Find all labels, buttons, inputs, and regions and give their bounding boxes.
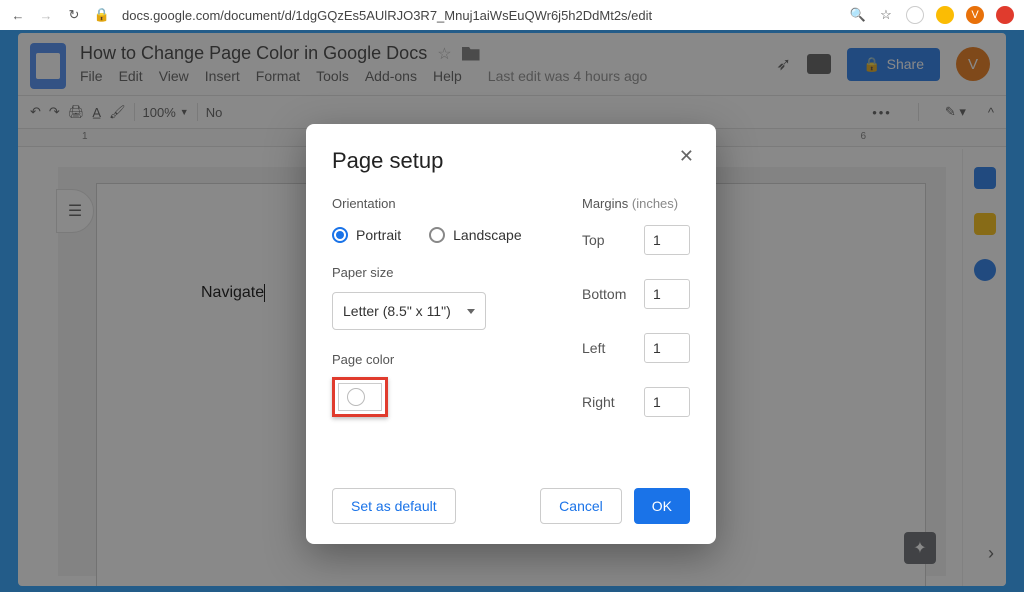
paint-format-icon[interactable]: 🖌 — [109, 104, 126, 120]
trend-icon[interactable]: ➶ — [776, 54, 791, 75]
orientation-portrait-radio[interactable]: Portrait — [332, 227, 401, 243]
tasks-icon[interactable] — [974, 259, 996, 281]
radio-dot-icon — [332, 227, 348, 243]
color-swatch-icon — [347, 388, 365, 406]
forward-icon[interactable]: → — [38, 7, 54, 23]
cancel-button[interactable]: Cancel — [540, 488, 622, 524]
share-label: Share — [887, 56, 924, 72]
back-icon[interactable]: ← — [10, 7, 26, 23]
explore-button[interactable]: ✦ — [904, 532, 936, 564]
menu-addons[interactable]: Add-ons — [365, 68, 417, 84]
margin-bottom-label: Bottom — [582, 286, 626, 302]
page-text[interactable]: Navigate — [201, 284, 265, 302]
url-text[interactable]: docs.google.com/document/d/1dgGQzEs5AUlR… — [122, 8, 838, 23]
side-panel-toggle-icon[interactable]: › — [988, 543, 994, 564]
star-icon[interactable]: ☆ — [437, 44, 451, 64]
menu-file[interactable]: File — [80, 68, 103, 84]
bookmark-star-icon[interactable]: ☆ — [878, 7, 894, 23]
dialog-title: Page setup — [332, 148, 690, 174]
folder-icon[interactable] — [462, 47, 480, 61]
editing-mode-icon[interactable]: ✎ ▾ — [945, 104, 966, 120]
page-color-label: Page color — [332, 352, 578, 367]
menu-bar: File Edit View Insert Format Tools Add-o… — [80, 68, 762, 84]
ok-button[interactable]: OK — [634, 488, 690, 524]
undo-icon[interactable]: ↶ — [30, 104, 41, 120]
page-color-picker[interactable] — [338, 383, 382, 411]
lock-icon: 🔒 — [94, 7, 110, 23]
collapse-icon[interactable]: ^ — [988, 105, 994, 120]
menu-edit[interactable]: Edit — [119, 68, 143, 84]
margin-top-label: Top — [582, 232, 605, 248]
margin-left-label: Left — [582, 340, 605, 356]
text-cursor — [264, 284, 265, 302]
margin-right-input[interactable] — [644, 387, 690, 417]
comment-icon[interactable] — [807, 54, 831, 74]
margins-label: Margins (inches) — [582, 196, 690, 211]
orientation-landscape-radio[interactable]: Landscape — [429, 227, 522, 243]
margin-top-input[interactable] — [644, 225, 690, 255]
docs-logo-icon[interactable] — [30, 43, 66, 89]
page-setup-dialog: Page setup ✕ Orientation Portrait Landsc… — [306, 124, 716, 544]
chevron-down-icon — [467, 309, 475, 314]
margin-bottom-input[interactable] — [644, 279, 690, 309]
more-icon[interactable]: ••• — [872, 105, 892, 120]
zoom-icon[interactable]: 🔍 — [850, 7, 866, 23]
keep-icon[interactable] — [974, 213, 996, 235]
menu-view[interactable]: View — [159, 68, 189, 84]
zoom-select[interactable]: 100%▼ — [143, 105, 189, 120]
lock-share-icon: 🔒 — [863, 56, 880, 73]
style-select[interactable]: No — [206, 105, 223, 120]
last-edit-text[interactable]: Last edit was 4 hours ago — [488, 68, 648, 84]
orientation-label: Orientation — [332, 196, 578, 211]
spellcheck-icon[interactable]: A̲ — [92, 105, 101, 120]
ext-icon-1[interactable] — [906, 6, 924, 24]
paper-size-select[interactable]: Letter (8.5" x 11") — [332, 292, 486, 330]
menu-help[interactable]: Help — [433, 68, 462, 84]
doc-title[interactable]: How to Change Page Color in Google Docs — [80, 43, 427, 64]
reload-icon[interactable]: ↻ — [66, 7, 82, 23]
menu-insert[interactable]: Insert — [205, 68, 240, 84]
profile-avatar-icon[interactable]: V — [966, 6, 984, 24]
margin-right-label: Right — [582, 394, 615, 410]
set-as-default-button[interactable]: Set as default — [332, 488, 456, 524]
account-avatar[interactable]: V — [956, 47, 990, 81]
redo-icon[interactable]: ↷ — [49, 104, 60, 120]
side-panel — [962, 149, 1006, 586]
docs-header: How to Change Page Color in Google Docs … — [18, 33, 1006, 95]
share-button[interactable]: 🔒 Share — [847, 48, 940, 81]
margin-left-input[interactable] — [644, 333, 690, 363]
close-icon[interactable]: ✕ — [679, 146, 694, 167]
menu-tools[interactable]: Tools — [316, 68, 349, 84]
print-icon[interactable]: 🖨 — [68, 104, 85, 120]
outline-toggle-icon[interactable]: ☰ — [56, 189, 94, 233]
ext-icon-2[interactable] — [936, 6, 954, 24]
calendar-icon[interactable] — [974, 167, 996, 189]
page-color-highlight — [332, 377, 388, 417]
browser-toolbar: ← → ↻ 🔒 docs.google.com/document/d/1dgGQ… — [0, 0, 1024, 30]
menu-format[interactable]: Format — [256, 68, 300, 84]
ext-icon-3[interactable] — [996, 6, 1014, 24]
paper-size-label: Paper size — [332, 265, 578, 280]
radio-dot-icon — [429, 227, 445, 243]
